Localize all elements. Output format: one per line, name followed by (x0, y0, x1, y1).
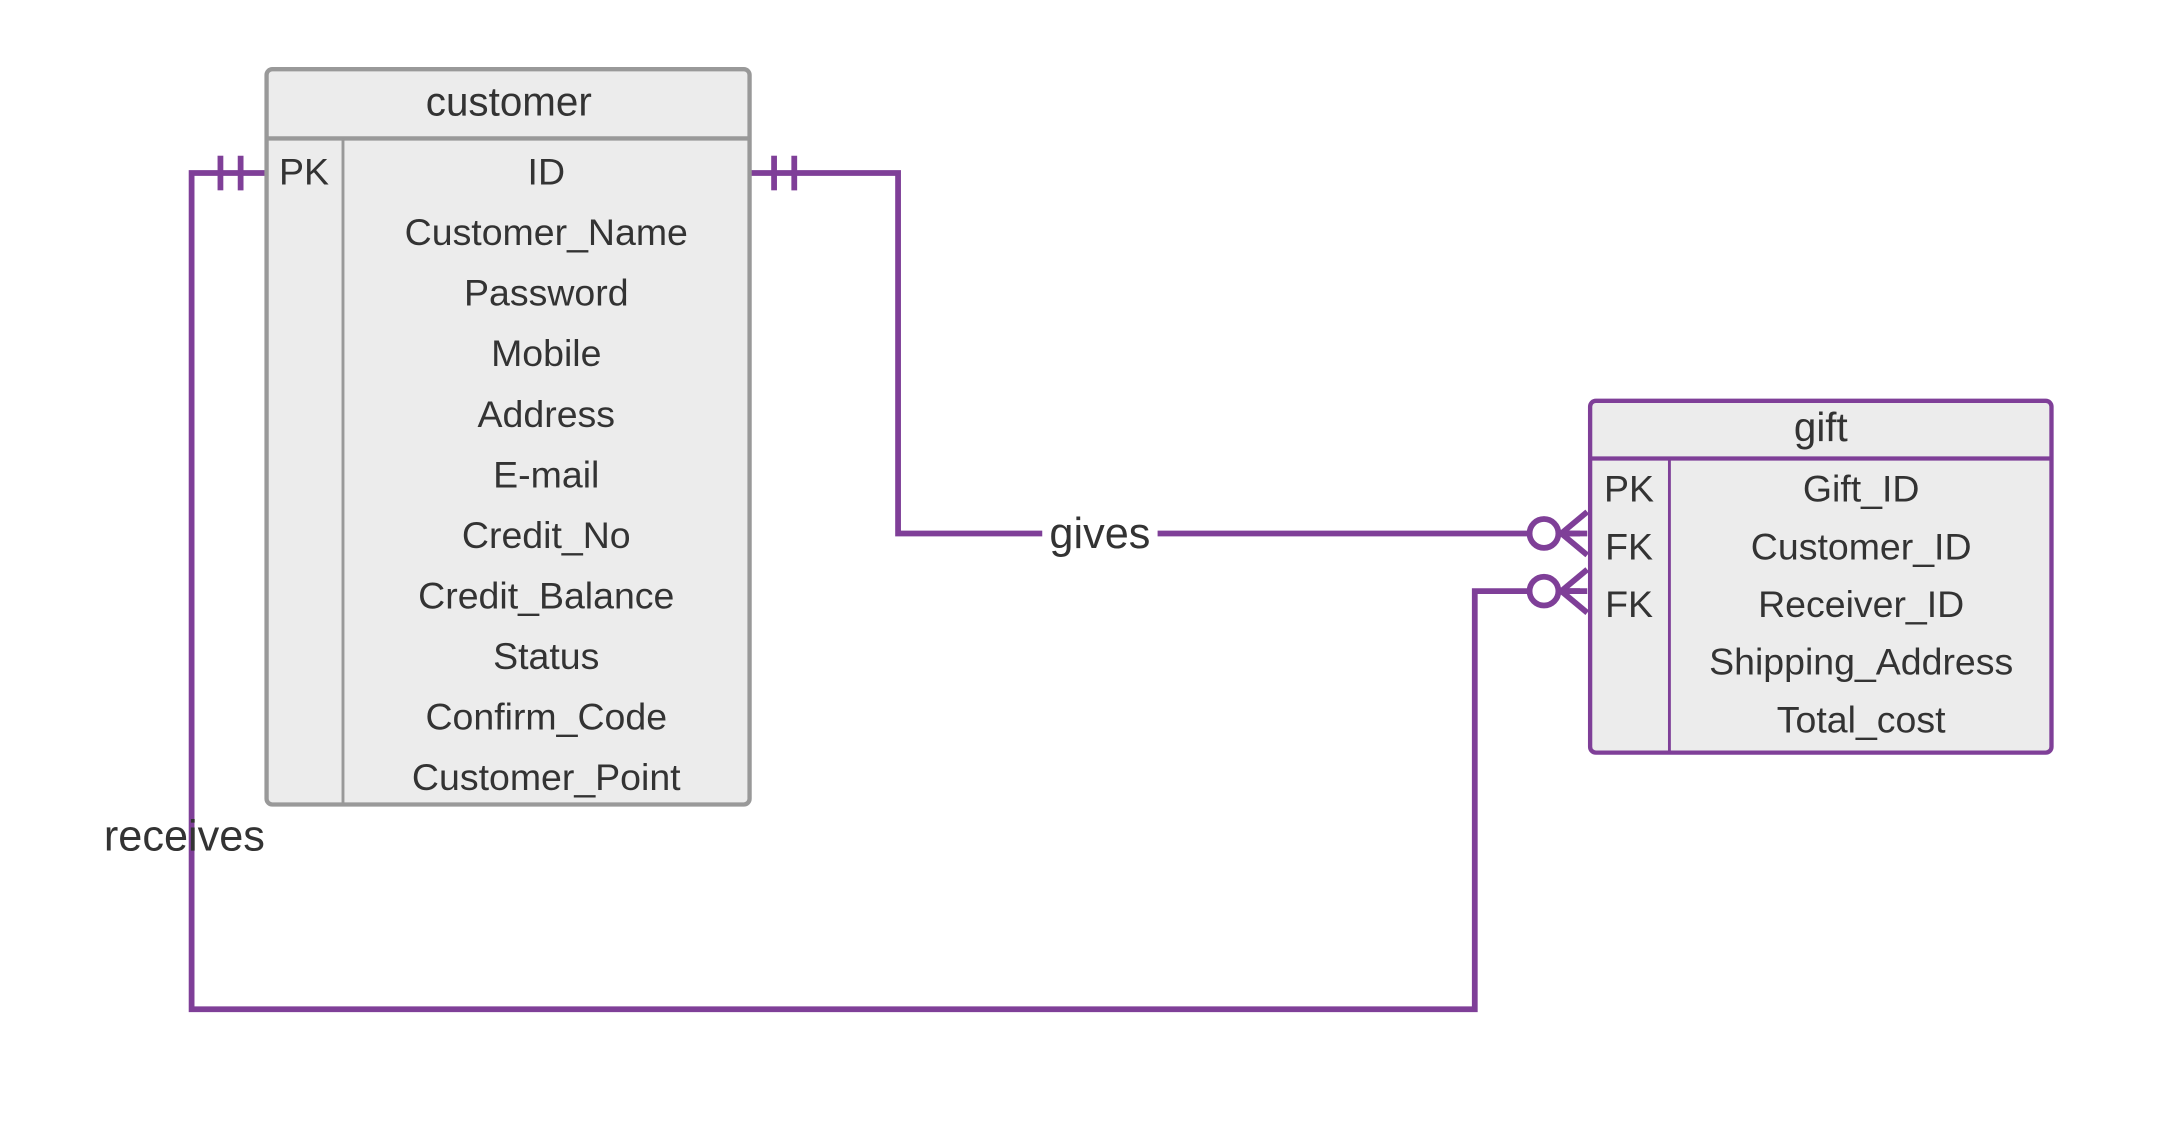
customer-row-10: Customer_Point (412, 756, 681, 798)
customer-row-3: Mobile (491, 332, 601, 374)
customer-row-7: Credit_Balance (418, 574, 674, 616)
attr-text: Password (464, 272, 629, 314)
attr-text: Customer_Point (412, 756, 681, 798)
relationship-gives-label: gives (1049, 510, 1150, 558)
customer-row-6: Credit_No (462, 514, 631, 556)
gift-row-3: Shipping_Address (1709, 641, 2013, 683)
attr-text: Mobile (491, 332, 601, 374)
entity-gift-title: gift (1794, 404, 1848, 450)
attr-text: E-mail (493, 453, 599, 495)
key-text: PK (279, 151, 329, 193)
attr-text: Customer_Name (405, 211, 688, 253)
attr-text: Gift_ID (1803, 468, 1920, 510)
attr-text: Customer_ID (1751, 525, 1972, 567)
customer-row-2: Password (464, 272, 629, 314)
attr-text: Credit_No (462, 514, 631, 556)
key-text: FK (1605, 525, 1653, 567)
relationship-gives: gives (750, 156, 1588, 563)
customer-row-1: Customer_Name (405, 211, 688, 253)
attr-text: Status (493, 635, 599, 677)
customer-row-4: Address (478, 393, 615, 435)
customer-row-5: E-mail (493, 453, 599, 495)
customer-row-9: Confirm_Code (425, 696, 667, 738)
er-diagram: gives receives customer PK ID Customer_N… (0, 0, 2171, 1139)
attr-text: Address (478, 393, 615, 435)
attr-text: Total_cost (1777, 698, 1946, 740)
gift-row-4: Total_cost (1777, 698, 1946, 740)
attr-text: Confirm_Code (425, 696, 667, 738)
entity-gift: gift PK Gift_ID FK Customer_ID FK Receiv… (1590, 401, 2051, 753)
attr-text: ID (528, 151, 565, 193)
entity-customer: customer PK ID Customer_Name Password Mo… (267, 69, 750, 804)
relationship-receives-label: receives (104, 813, 265, 861)
attr-text: Shipping_Address (1709, 641, 2013, 683)
key-text: FK (1605, 583, 1653, 625)
attr-text: Receiver_ID (1758, 583, 1964, 625)
entity-customer-title: customer (426, 78, 592, 124)
key-text: PK (1604, 468, 1654, 510)
customer-row-8: Status (493, 635, 599, 677)
attr-text: Credit_Balance (418, 574, 674, 616)
